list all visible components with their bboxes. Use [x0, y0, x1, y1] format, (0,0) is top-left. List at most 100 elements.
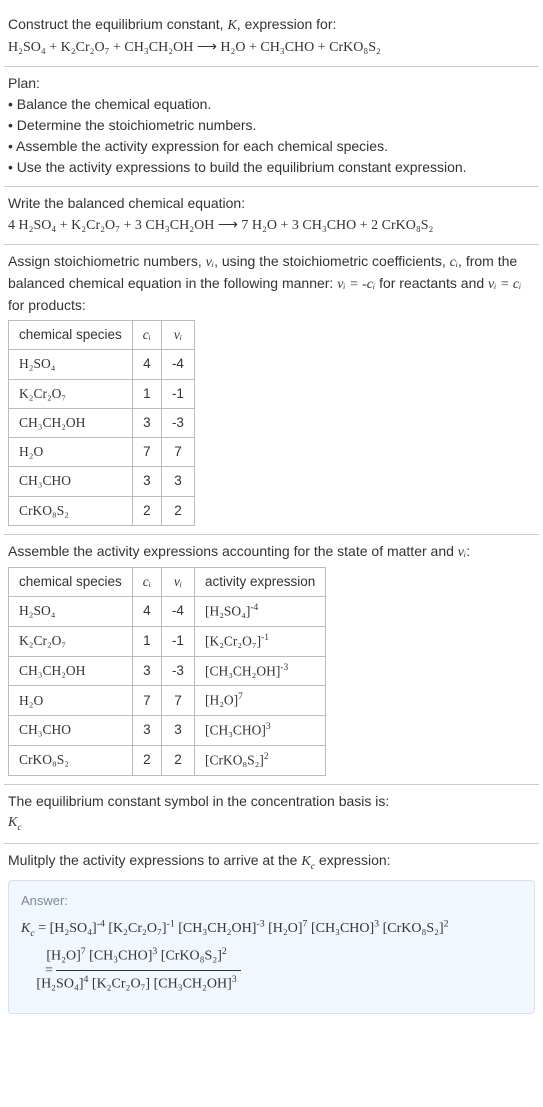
- cell-ci: 4: [132, 350, 161, 379]
- table-row: K₂Cr₂O₇1-1[K₂Cr₂O₇]-1: [9, 626, 326, 656]
- cell-activity: [CH₃CH₂OH]-3: [194, 656, 325, 686]
- prompt-line1: Construct the equilibrium constant, K, e…: [8, 14, 535, 36]
- cell-nu: -1: [161, 379, 194, 408]
- table-row: CH₃CH₂OH3-3[CH₃CH₂OH]-3: [9, 656, 326, 686]
- assign-text-d: for reactants and: [375, 275, 488, 291]
- cell-nu: -3: [161, 656, 194, 686]
- assign-text: Assign stoichiometric numbers, νᵢ, using…: [8, 251, 535, 316]
- answer-box: Answer: Kc = [H₂SO₄]-4 [K₂Cr₂O₇]-1 [CH₃C…: [8, 880, 535, 1013]
- cell-activity: [H₂SO₄]-4: [194, 597, 325, 627]
- cell-nu: 3: [161, 716, 194, 746]
- table-row: K₂Cr₂O₇1-1: [9, 379, 195, 408]
- stoich-table-1: chemical species cᵢ νᵢ H₂SO₄4-4K₂Cr₂O₇1-…: [8, 320, 195, 526]
- cell-nu: 7: [161, 686, 194, 716]
- cell-ci: 2: [132, 496, 161, 525]
- cell-activity: [CH₃CHO]3: [194, 716, 325, 746]
- assign-section: Assign stoichiometric numbers, νᵢ, using…: [4, 245, 539, 534]
- cell-ci: 2: [132, 745, 161, 775]
- table-row: CrKO₈S₂22: [9, 496, 195, 525]
- cell-species: CrKO₈S₂: [9, 745, 133, 775]
- table-row: H₂SO₄4-4: [9, 350, 195, 379]
- cell-species: H₂SO₄: [9, 350, 133, 379]
- fraction-numerator: [H₂O]7 [CH₃CHO]3 [CrKO₈S₂]2: [56, 943, 240, 971]
- cell-species: K₂Cr₂O₇: [9, 626, 133, 656]
- nu-symbol: νᵢ: [458, 545, 466, 560]
- cell-species: H₂O: [9, 438, 133, 467]
- assign-eq1: νᵢ = -cᵢ: [337, 277, 375, 292]
- cell-nu: -3: [161, 408, 194, 437]
- col-ci: cᵢ: [132, 567, 161, 596]
- plan-bullet: • Balance the chemical equation.: [8, 94, 535, 115]
- table-row: CH₃CHO33: [9, 467, 195, 496]
- cell-species: CH₃CHO: [9, 716, 133, 746]
- table-row: CH₃CHO33[CH₃CHO]3: [9, 716, 326, 746]
- kc-expression: Kc = [H₂SO₄]-4 [K₂Cr₂O₇]-1 [CH₃CH₂OH]-3 …: [21, 915, 522, 999]
- balanced-reaction: 4 H₂SO₄ + K₂Cr₂O₇ + 3 CH₃CH₂OH ⟶ 7 H₂O +…: [8, 214, 535, 236]
- answer-product-line: [H₂SO₄]-4 [K₂Cr₂O₇]-1 [CH₃CH₂OH]-3 [H₂O]…: [50, 921, 449, 936]
- nu-symbol: νᵢ: [206, 255, 214, 270]
- cell-species: CrKO₈S₂: [9, 496, 133, 525]
- mult-text-a: Mulitply the activity expressions to arr…: [8, 852, 301, 868]
- basis-section: The equilibrium constant symbol in the c…: [4, 785, 539, 843]
- plan-heading: Plan:: [8, 73, 535, 94]
- plan-section: Plan: • Balance the chemical equation. •…: [4, 67, 539, 186]
- col-species: chemical species: [9, 567, 133, 596]
- prompt-text-a: Construct the equilibrium constant,: [8, 16, 227, 32]
- kc-sub: c: [17, 821, 21, 832]
- col-species: chemical species: [9, 321, 133, 350]
- cell-nu: 2: [161, 496, 194, 525]
- kc-k: K: [21, 921, 30, 936]
- cell-ci: 3: [132, 467, 161, 496]
- stoich-table-2: chemical species cᵢ νᵢ activity expressi…: [8, 567, 326, 776]
- multiply-text: Mulitply the activity expressions to arr…: [8, 850, 535, 874]
- table-row: CH₃CH₂OH3-3: [9, 408, 195, 437]
- assemble-text-a: Assemble the activity expressions accoun…: [8, 543, 458, 559]
- kc-k: K: [301, 854, 310, 869]
- cell-ci: 4: [132, 597, 161, 627]
- arrow-icon: ⟶: [197, 38, 217, 54]
- cell-species: H₂SO₄: [9, 597, 133, 627]
- basis-text: The equilibrium constant symbol in the c…: [8, 791, 535, 812]
- reaction-lhs: H₂SO₄ + K₂Cr₂O₇ + CH₃CH₂OH: [8, 40, 193, 55]
- cell-ci: 1: [132, 379, 161, 408]
- table-header-row: chemical species cᵢ νᵢ: [9, 321, 195, 350]
- kc-symbol: Kc: [8, 812, 535, 835]
- cell-ci: 3: [132, 716, 161, 746]
- cell-species: CH₃CH₂OH: [9, 408, 133, 437]
- cell-species: H₂O: [9, 686, 133, 716]
- balanced-lhs: 4 H₂SO₄ + K₂Cr₂O₇ + 3 CH₃CH₂OH: [8, 218, 214, 233]
- arrow-icon: ⟶: [218, 216, 238, 232]
- cell-ci: 3: [132, 408, 161, 437]
- assign-text-a: Assign stoichiometric numbers,: [8, 253, 206, 269]
- table-row: H₂O77: [9, 438, 195, 467]
- cell-nu: -4: [161, 597, 194, 627]
- equals-sign: =: [35, 921, 50, 936]
- cell-nu: 3: [161, 467, 194, 496]
- table-row: H₂SO₄4-4[H₂SO₄]-4: [9, 597, 326, 627]
- assemble-section: Assemble the activity expressions accoun…: [4, 535, 539, 784]
- fraction-denominator: [H₂SO₄]4 [K₂Cr₂O₇] [CH₃CH₂OH]3: [56, 971, 240, 998]
- kc-k: K: [8, 815, 17, 830]
- assign-text-e: for products:: [8, 297, 86, 313]
- col-nu: νᵢ: [161, 567, 194, 596]
- mult-text-b: expression:: [315, 852, 390, 868]
- balanced-rhs: 7 H₂O + 3 CH₃CHO + 2 CrKO₈S₂: [241, 218, 433, 233]
- cell-ci: 7: [132, 438, 161, 467]
- reaction-rhs: H₂O + CH₃CHO + CrKO₈S₂: [220, 40, 381, 55]
- cell-activity: [K₂Cr₂O₇]-1: [194, 626, 325, 656]
- assemble-text: Assemble the activity expressions accoun…: [8, 541, 535, 563]
- cell-nu: -4: [161, 350, 194, 379]
- k-symbol: K: [227, 18, 236, 33]
- cell-species: K₂Cr₂O₇: [9, 379, 133, 408]
- cell-activity: [CrKO₈S₂]2: [194, 745, 325, 775]
- answer-label: Answer:: [21, 891, 522, 911]
- cell-species: CH₃CHO: [9, 467, 133, 496]
- cell-ci: 1: [132, 626, 161, 656]
- cell-ci: 3: [132, 656, 161, 686]
- assemble-text-b: :: [466, 543, 470, 559]
- balanced-section: Write the balanced chemical equation: 4 …: [4, 187, 539, 244]
- cell-species: CH₃CH₂OH: [9, 656, 133, 686]
- assign-eq2: νᵢ = cᵢ: [488, 277, 521, 292]
- plan-bullet: • Determine the stoichiometric numbers.: [8, 115, 535, 136]
- balanced-heading: Write the balanced chemical equation:: [8, 193, 535, 214]
